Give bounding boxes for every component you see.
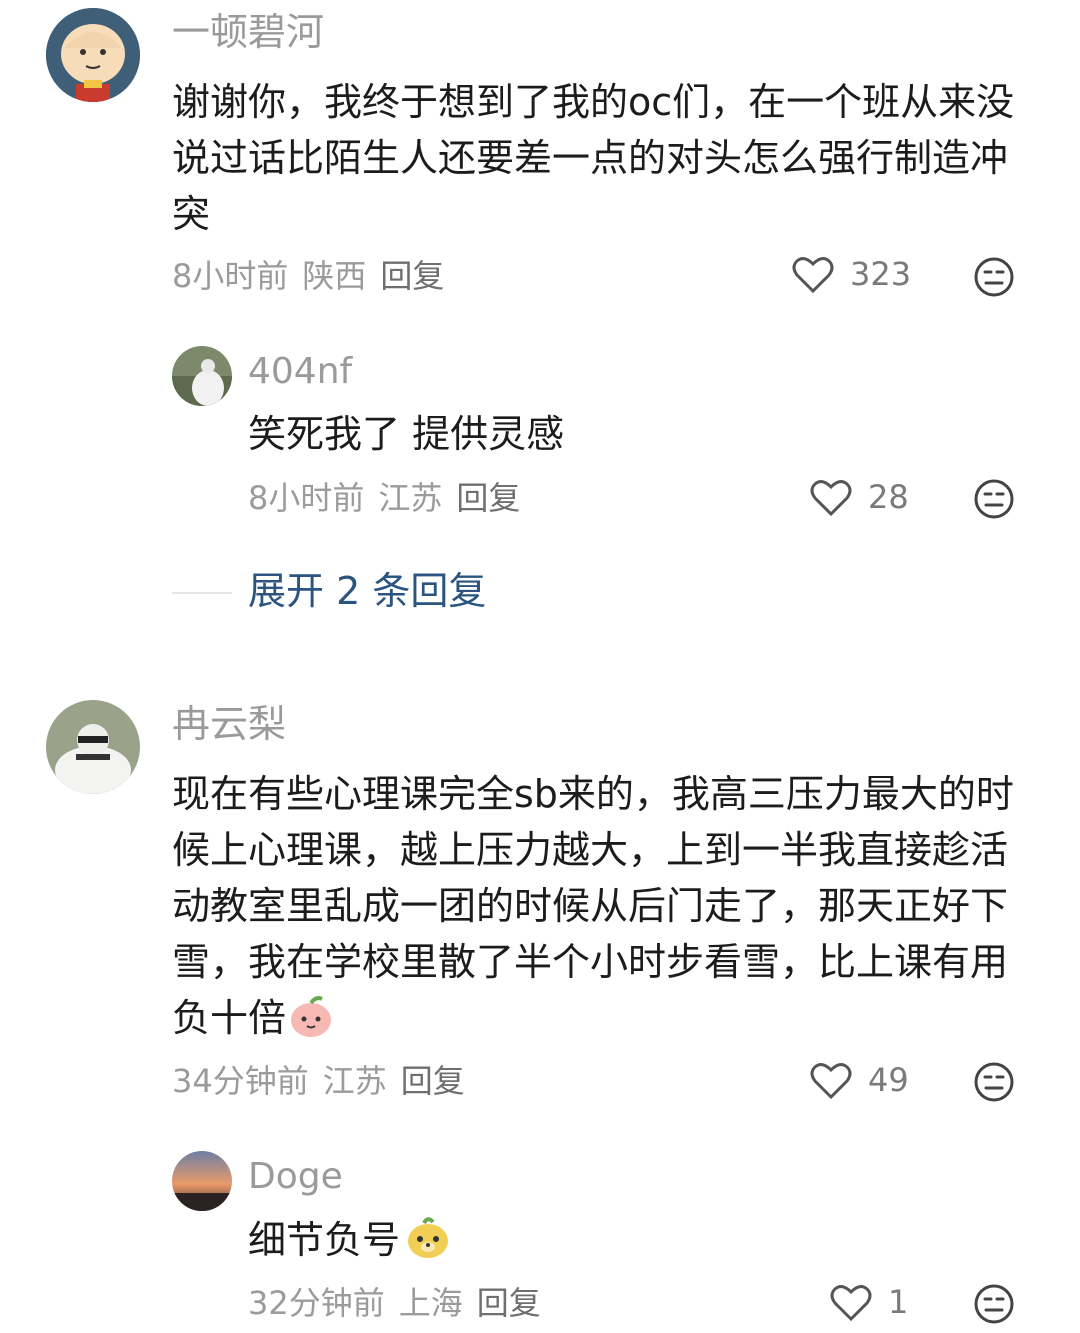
comment-location: 陕西: [302, 257, 367, 295]
reply-time: 32分钟前: [248, 1284, 385, 1322]
bird-photo-avatar-icon: [46, 700, 140, 794]
neutral-face-icon[interactable]: [973, 256, 1015, 298]
avatar-reply-1[interactable]: [172, 346, 232, 406]
avatar-user-2[interactable]: [46, 700, 140, 794]
neutral-face-icon[interactable]: [973, 1061, 1015, 1103]
username-reply-1[interactable]: 404nf: [248, 350, 352, 394]
reply-meta-2: 32分钟前 上海 回复: [248, 1283, 541, 1323]
reply-button[interactable]: 回复: [380, 256, 444, 296]
reply-button[interactable]: 回复: [456, 478, 520, 518]
username-reply-2[interactable]: Doge: [248, 1155, 343, 1199]
reply-button[interactable]: 回复: [477, 1283, 541, 1323]
neutral-face-icon[interactable]: [973, 1283, 1015, 1325]
like-button-2[interactable]: 49: [810, 1060, 909, 1100]
username-1[interactable]: 一顿碧河: [172, 10, 324, 54]
reply-text: 细节负号: [248, 1218, 401, 1262]
cartoon-avatar-icon: [46, 8, 140, 102]
like-count: 49: [868, 1061, 909, 1099]
avatar-user-1[interactable]: [46, 8, 140, 102]
reply-text-2: 细节负号: [248, 1212, 452, 1268]
like-count: 1: [888, 1283, 909, 1321]
comment-time: 34分钟前: [172, 1062, 309, 1100]
username-2[interactable]: 冉云梨: [172, 702, 286, 746]
like-button-reply-1[interactable]: 28: [810, 477, 909, 517]
reply-location: 江苏: [378, 479, 443, 517]
like-count: 323: [850, 255, 912, 293]
comment-meta-2: 34分钟前 江苏 回复: [172, 1061, 465, 1101]
comment-meta-1: 8小时前 陕西 回复: [172, 256, 444, 296]
expand-divider: [172, 592, 232, 594]
reply-time: 8小时前: [248, 479, 365, 517]
expand-replies-button[interactable]: 展开 2 条回复: [248, 569, 486, 613]
comment-text-1: 谢谢你，我终于想到了我的oc们，在一个班从来没说过话比陌生人还要差一点的对头怎么…: [172, 80, 1015, 236]
comment-text-2: 现在有些心理课完全sb来的，我高三压力最大的时候上心理课，越上压力越大，上到一半…: [172, 766, 1022, 1046]
photo-avatar-icon: [172, 346, 232, 406]
like-button-1[interactable]: 323: [792, 254, 911, 294]
comment-time: 8小时前: [172, 257, 289, 295]
like-count: 28: [868, 478, 909, 516]
heart-outline-icon: [830, 1282, 872, 1322]
avatar-reply-2[interactable]: [172, 1151, 232, 1211]
comment-location: 江苏: [322, 1062, 387, 1100]
reply-location: 上海: [398, 1284, 463, 1322]
reply-text-1: 笑死我了 提供灵感: [248, 412, 565, 456]
reply-meta-1: 8小时前 江苏 回复: [248, 478, 520, 518]
doge-face-emoji: [404, 1213, 452, 1261]
sunset-photo-avatar-icon: [172, 1151, 232, 1211]
neutral-face-icon[interactable]: [973, 478, 1015, 520]
heart-outline-icon: [792, 254, 834, 294]
heart-outline-icon: [810, 477, 852, 517]
like-button-reply-2[interactable]: 1: [830, 1282, 908, 1322]
peach-face-emoji: [288, 993, 334, 1039]
reply-button[interactable]: 回复: [401, 1061, 465, 1101]
heart-outline-icon: [810, 1060, 852, 1100]
